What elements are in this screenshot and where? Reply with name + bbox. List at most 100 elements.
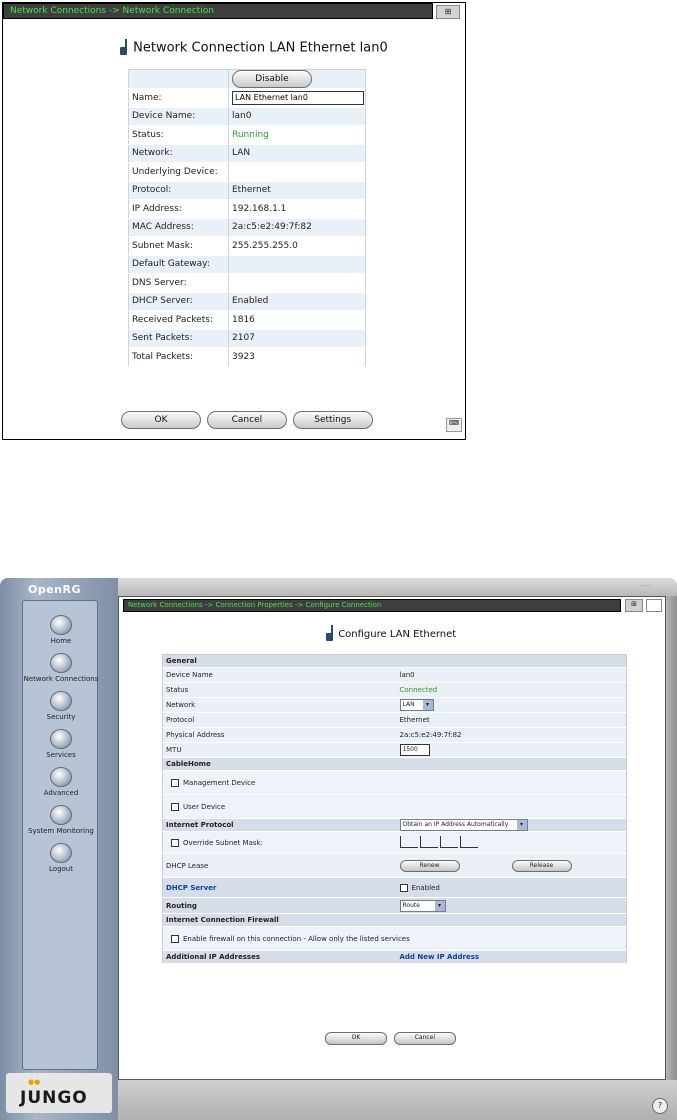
ok-button[interactable]: OK — [325, 1032, 387, 1045]
sidebar: OpenRG Home Network Connections Security… — [0, 578, 118, 1120]
keyboard-icon[interactable]: ⌨ — [446, 418, 462, 432]
section-header: Internet Connection Firewall — [162, 913, 627, 927]
sidebar-item-security[interactable]: Security — [23, 691, 99, 721]
disable-button[interactable]: Disable — [232, 70, 312, 88]
sidebar-item-network-connections[interactable]: Network Connections — [23, 653, 99, 683]
table-row: Underlying Device: — [128, 162, 366, 182]
row-value — [228, 162, 366, 182]
section-header: General — [162, 654, 627, 668]
table-row: Received Packets: 1816 — [128, 310, 366, 330]
table-row: Disable — [128, 69, 366, 89]
user-device-checkbox[interactable] — [171, 802, 179, 811]
page-title: Configure LAN Ethernet — [325, 625, 456, 643]
table-row: Total Packets: 3923 — [128, 347, 366, 367]
plug-icon — [325, 625, 335, 643]
table-row: Status: Running — [128, 125, 366, 145]
routing-select[interactable]: Route ▾ — [399, 899, 446, 912]
window-frame-bottom — [118, 1080, 677, 1120]
chevron-down-icon: ▾ — [434, 900, 445, 911]
dialog-buttons: OK Cancel Settings — [121, 411, 376, 429]
ok-button[interactable]: OK — [121, 411, 201, 429]
add-ip-link[interactable]: Add New IP Address — [400, 953, 480, 961]
table-row: DHCP Server Enabled — [162, 877, 627, 898]
sidebar-item-advanced[interactable]: Advanced — [23, 767, 99, 797]
table-row: Protocol Ethernet — [162, 712, 627, 728]
table-row: IP Address: 192.168.1.1 — [128, 199, 366, 219]
renew-button[interactable]: Renew — [399, 859, 460, 872]
network-icon — [50, 653, 72, 673]
sidebar-item-logout[interactable]: Logout — [23, 843, 99, 873]
table-row: Routing Route ▾ — [162, 897, 627, 914]
row-value: 2a:c5:e2:49:7f:82 — [228, 218, 366, 237]
table-row: Internet Protocol Obtain an IP Address Au… — [162, 818, 627, 832]
logout-icon — [50, 843, 72, 863]
row-value: lan0 — [228, 107, 366, 126]
row-label: Protocol: — [128, 181, 229, 200]
maximize-icon[interactable] — [646, 599, 662, 612]
row-label: Total Packets: — [128, 347, 229, 367]
row-value: 192.168.1.1 — [228, 199, 366, 219]
sidebar-item-system-monitoring[interactable]: System Monitoring — [23, 805, 99, 835]
settings-button[interactable]: Settings — [292, 411, 373, 429]
table-row: Status Connected — [162, 682, 627, 698]
release-button[interactable]: Release — [511, 859, 572, 872]
table-row: DNS Server: — [128, 273, 366, 293]
help-icon[interactable]: ? — [652, 1098, 668, 1114]
row-value: 255.255.255.0 — [228, 236, 366, 256]
firewall-checkbox[interactable] — [171, 934, 179, 943]
window-grip-icon: ····· — [640, 582, 652, 590]
internet-protocol-select[interactable]: Obtain an IP Address Automatically ▾ — [399, 819, 528, 831]
row-label: Device Name: — [128, 107, 229, 126]
table-row: User Device — [162, 794, 627, 819]
breadcrumb: Network Connections -> Connection Proper… — [123, 599, 621, 612]
table-row: Override Subnet Mask: — [162, 831, 627, 854]
sidebar-item-home[interactable]: Home — [23, 615, 99, 645]
row-label: IP Address: — [128, 199, 229, 219]
management-device-checkbox[interactable] — [171, 778, 179, 787]
row-label: Subnet Mask: — [128, 236, 229, 256]
subnet-octet-input[interactable] — [399, 835, 418, 848]
breadcrumb: Network Connections -> Network Connectio… — [3, 3, 433, 19]
mtu-input[interactable]: 1500 — [399, 744, 430, 756]
chevron-down-icon: ▾ — [422, 700, 433, 710]
table-row: Device Name: lan0 — [128, 107, 366, 126]
connection-properties-table: Disable Name: Device Name:lan0 Status:Ru… — [128, 69, 366, 367]
cancel-button[interactable]: Cancel — [206, 411, 287, 429]
openrg-window: ····· OpenRG Home Network Connections Se… — [0, 578, 677, 1120]
override-subnet-mask-checkbox[interactable] — [171, 838, 179, 847]
jungo-logo: ●● JUNGO — [6, 1073, 112, 1113]
row-label: MAC Address: — [128, 218, 229, 237]
jungo-mark-icon: ●● — [28, 1078, 41, 1086]
table-row: Management Device — [162, 770, 627, 795]
subnet-octet-input[interactable] — [419, 835, 438, 848]
sidebar-item-services[interactable]: Services — [23, 729, 99, 759]
table-row: Subnet Mask: 255.255.255.0 — [128, 236, 366, 256]
row-value — [228, 273, 366, 293]
table-row: DHCP Lease Renew Release — [162, 853, 627, 878]
status-value: Running — [228, 125, 366, 145]
table-row: Network LAN ▾ — [162, 697, 627, 713]
dhcp-server-link[interactable]: DHCP Server — [166, 884, 216, 892]
network-connection-panel: Network Connections -> Network Connectio… — [2, 2, 466, 440]
monitor-icon — [50, 805, 72, 825]
row-label: DNS Server: — [128, 273, 229, 293]
window-icon[interactable]: ⊞ — [625, 599, 643, 612]
subnet-octet-input[interactable] — [459, 835, 478, 848]
row-value: Ethernet — [228, 181, 366, 200]
sidebar-menu: Home Network Connections Security Servic… — [22, 600, 98, 1070]
table-row: Default Gateway: — [128, 255, 366, 274]
row-value: 3923 — [228, 347, 366, 367]
network-select[interactable]: LAN ▾ — [399, 699, 434, 711]
cancel-button[interactable]: Cancel — [393, 1032, 456, 1045]
subnet-octet-input[interactable] — [439, 835, 458, 848]
row-label: Sent Packets: — [128, 329, 229, 348]
row-label: Received Packets: — [128, 310, 229, 330]
section-header: CableHome — [162, 757, 627, 771]
window-icon[interactable]: ⊞ — [436, 5, 460, 19]
advanced-icon — [50, 767, 72, 787]
name-input[interactable] — [232, 90, 364, 105]
table-row: Physical Address 2a:c5:e2:49:7f:82 — [162, 727, 627, 743]
configure-table: General Device Name lan0 Status Connected … — [162, 654, 627, 964]
table-row: Protocol: Ethernet — [128, 181, 366, 200]
dhcp-server-checkbox[interactable] — [399, 883, 408, 892]
